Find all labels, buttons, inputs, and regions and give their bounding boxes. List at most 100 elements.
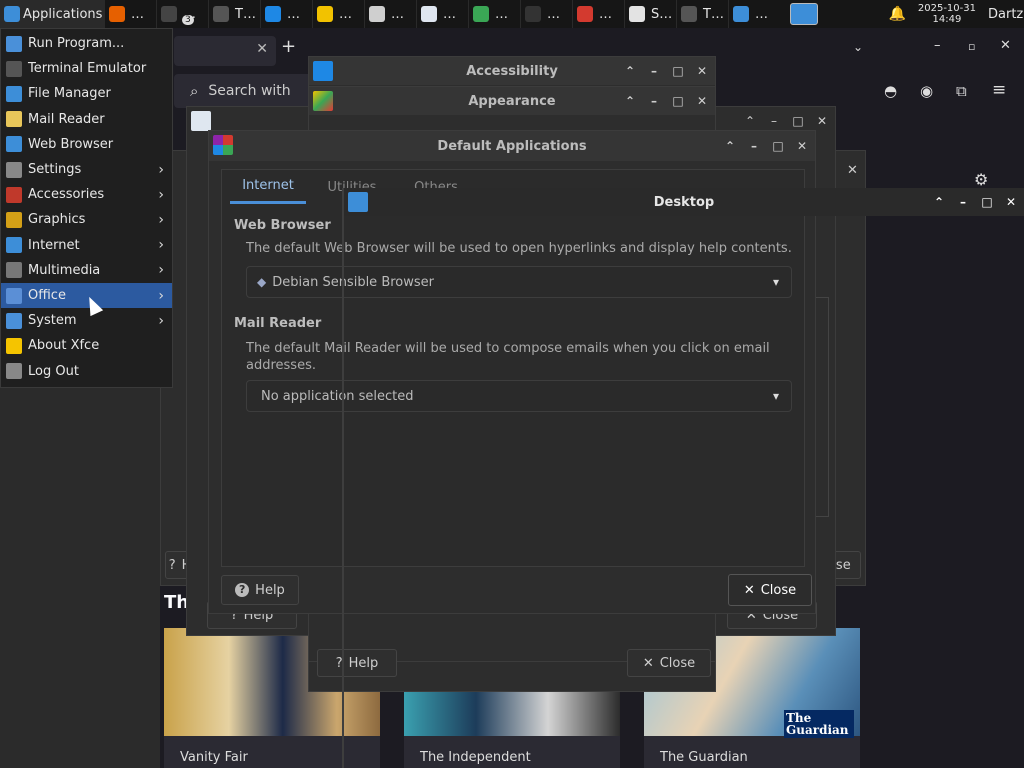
taskbar-task[interactable]: T… <box>676 0 728 28</box>
minimize-icon[interactable]: – <box>747 139 761 153</box>
help-icon: ? <box>235 583 250 597</box>
help-button[interactable]: ? Help <box>221 575 299 605</box>
close-button[interactable]: ✕ Close <box>728 574 812 606</box>
taskbar-task[interactable]: … <box>364 0 416 28</box>
minimize-icon[interactable]: – <box>767 114 781 128</box>
close-icon[interactable]: ✕ <box>1004 195 1018 209</box>
maximize-icon[interactable]: □ <box>980 195 994 209</box>
mail-reader-heading: Mail Reader <box>234 316 322 331</box>
window-controls: ⌃ – □ ✕ <box>623 87 709 115</box>
menu-item-settings[interactable]: Settings › <box>1 157 172 182</box>
taskbar-task[interactable]: S… <box>624 0 676 28</box>
taskbar-task[interactable]: … <box>312 0 364 28</box>
taskbar-task[interactable]: … <box>260 0 312 28</box>
browser-minimize-icon[interactable]: – <box>934 38 941 53</box>
chevron-up-icon[interactable]: ⌃ <box>723 139 737 153</box>
close-icon[interactable]: ✕ <box>815 114 829 128</box>
tab-internet[interactable]: Internet <box>230 170 306 204</box>
new-tab-icon[interactable]: + <box>281 36 296 57</box>
close-icon[interactable]: ✕ <box>695 64 709 78</box>
browser-tab[interactable]: ✕ <box>174 36 276 66</box>
bell-icon[interactable]: 🔔 <box>884 0 909 28</box>
taskbar-task[interactable]: … <box>104 0 156 28</box>
accessibility-icon <box>313 61 333 81</box>
task-label: … <box>131 6 144 22</box>
menu-item-mail-reader[interactable]: Mail Reader <box>1 107 172 132</box>
window-title: Accessibility <box>466 63 558 79</box>
menu-item-label: System <box>28 313 77 329</box>
color-icon <box>473 6 489 22</box>
minimize-icon[interactable]: – <box>956 195 970 209</box>
maximize-icon[interactable]: □ <box>671 94 685 108</box>
taskbar-task[interactable]: … <box>728 0 780 28</box>
tab-close-icon[interactable]: ✕ <box>256 41 268 57</box>
url-bar[interactable]: ⌕ Search with <box>174 74 324 108</box>
menu-item-label: Log Out <box>28 363 79 379</box>
menu-item-multimedia[interactable]: Multimedia › <box>1 258 172 283</box>
chevron-up-icon[interactable]: ⌃ <box>743 114 757 128</box>
close-icon[interactable]: ✕ <box>795 139 809 153</box>
window-controls: ⌃ – □ ✕ <box>623 57 709 85</box>
menu-icon <box>525 6 541 22</box>
list-tabs-icon[interactable]: ⌄ <box>853 40 863 54</box>
close-icon[interactable]: ✕ <box>695 94 709 108</box>
desktop-icon <box>733 6 749 22</box>
applications-label: Applications <box>23 6 103 22</box>
taskbar-task[interactable]: … <box>520 0 572 28</box>
text-editor-icon <box>421 6 437 22</box>
menu-item-web-browser[interactable]: Web Browser <box>1 132 172 157</box>
close-icon: ✕ <box>743 582 755 598</box>
task-label: … <box>339 6 352 22</box>
system-icon <box>6 312 22 329</box>
menu-item-internet[interactable]: Internet › <box>1 233 172 258</box>
search-placeholder: Search with <box>208 83 291 99</box>
chevron-up-icon[interactable]: ⌃ <box>932 195 946 209</box>
maximize-icon[interactable]: □ <box>671 64 685 78</box>
task-label: … <box>443 6 456 22</box>
taskbar-task[interactable]: … 3 <box>156 0 208 28</box>
clock[interactable]: 2025-10-31 14:49 <box>910 0 984 28</box>
xfce-logo-icon <box>4 6 20 22</box>
menu-item-system[interactable]: System › <box>1 308 172 333</box>
active-window-thumb[interactable] <box>786 0 826 28</box>
browser-close-icon[interactable]: ✕ <box>1000 38 1011 53</box>
menu-item-run-program[interactable]: Run Program... <box>1 31 172 56</box>
menu-item-accessories[interactable]: Accessories › <box>1 182 172 207</box>
minimize-icon[interactable]: – <box>647 64 661 78</box>
menu-icon[interactable]: ≡ <box>992 80 1006 100</box>
chevron-up-icon[interactable]: ⌃ <box>623 94 637 108</box>
menu-item-label: Web Browser <box>28 136 114 152</box>
applications-menu-button[interactable]: Applications <box>0 0 104 28</box>
task-label: … <box>287 6 300 22</box>
search-icon <box>369 6 385 22</box>
menu-item-file-manager[interactable]: File Manager <box>1 81 172 106</box>
gear-icon[interactable]: ⚙ <box>974 170 988 189</box>
task-label: … <box>391 6 404 22</box>
account-icon[interactable]: ◉ <box>920 82 933 100</box>
close-icon[interactable]: ✕ <box>847 163 858 178</box>
taskbar-task[interactable]: … <box>468 0 520 28</box>
taskbar-task[interactable]: T… <box>208 0 260 28</box>
pocket-icon[interactable]: ◓ <box>884 82 897 100</box>
accessibility-titlebar: Accessibility ⌃ – □ ✕ <box>309 57 715 85</box>
minimize-icon[interactable]: – <box>647 94 661 108</box>
help-icon: ? <box>168 557 176 573</box>
user-label[interactable]: Dartz <box>984 0 1024 28</box>
taskbar-task[interactable]: … <box>572 0 624 28</box>
window-title: Desktop <box>653 194 715 210</box>
chevron-right-icon: › <box>158 161 164 178</box>
menu-item-graphics[interactable]: Graphics › <box>1 207 172 232</box>
menu-item-log-out[interactable]: Log Out <box>1 359 172 384</box>
menu-item-terminal-emulator[interactable]: Terminal Emulator <box>1 56 172 81</box>
default-apps-icon <box>213 135 233 155</box>
menu-item-about-xfce[interactable]: About Xfce <box>1 333 172 358</box>
maximize-icon[interactable]: □ <box>771 139 785 153</box>
menu-item-label: Mail Reader <box>28 111 105 127</box>
maximize-icon[interactable]: □ <box>791 114 805 128</box>
chevron-up-icon[interactable]: ⌃ <box>623 64 637 78</box>
chevron-right-icon: › <box>158 262 164 279</box>
browser-maximize-icon[interactable]: ▫ <box>968 40 975 53</box>
desktop-titlebar: Desktop ⌃ – □ ✕ <box>344 188 1024 216</box>
extensions-icon[interactable]: ⧉ <box>956 82 967 100</box>
taskbar-task[interactable]: … <box>416 0 468 28</box>
